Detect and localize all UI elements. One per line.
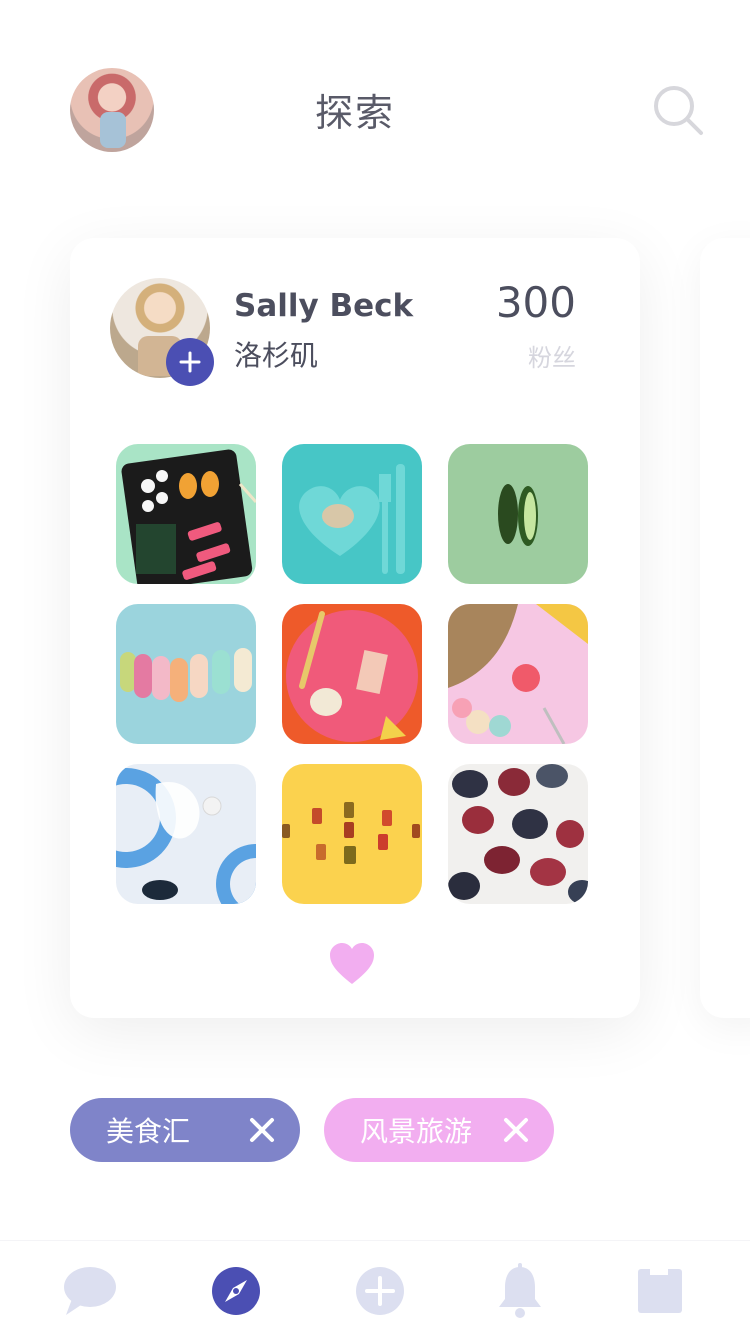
tab-chat[interactable] [60, 1263, 120, 1319]
tab-explore[interactable] [206, 1263, 266, 1319]
user-name: Sally Beck [234, 288, 414, 324]
search-icon[interactable] [652, 84, 706, 138]
photo-pink-table-snacks[interactable] [448, 604, 588, 744]
tab-saved[interactable] [630, 1263, 690, 1319]
add-icon [356, 1267, 404, 1315]
photo-blue-plates-white[interactable] [116, 764, 256, 904]
tag-travel[interactable]: 风景旅游 [324, 1098, 554, 1162]
tab-add[interactable] [350, 1263, 410, 1319]
tag-food[interactable]: 美食汇 [70, 1098, 300, 1162]
plus-icon [179, 351, 201, 373]
avatar-figure [100, 112, 126, 148]
photo-jars-yellow[interactable] [282, 764, 422, 904]
close-icon[interactable] [502, 1116, 530, 1144]
next-profile-card[interactable] [700, 238, 750, 1018]
photo-heart-plate-teal[interactable] [282, 444, 422, 584]
photo-macarons-blue[interactable] [116, 604, 256, 744]
bell-icon [499, 1263, 541, 1318]
page-title: 探索 [314, 91, 395, 135]
chat-icon [64, 1267, 116, 1315]
tag-label: 风景旅游 [360, 1115, 473, 1148]
compass-icon [212, 1267, 260, 1315]
bookmark-icon [638, 1269, 682, 1313]
close-icon[interactable] [248, 1116, 276, 1144]
photo-cucumber-green[interactable] [448, 444, 588, 584]
heart-icon[interactable] [328, 942, 376, 986]
photo-pink-plate-orange[interactable] [282, 604, 422, 744]
photo-sushi-bento[interactable] [116, 444, 256, 584]
tab-notifications[interactable] [490, 1263, 550, 1319]
tag-label: 美食汇 [106, 1115, 191, 1148]
tab-bar [0, 1240, 750, 1335]
header-avatar[interactable] [70, 68, 154, 152]
follower-label: 粉丝 [528, 344, 576, 372]
photo-figs[interactable] [448, 764, 588, 904]
user-location: 洛杉矶 [234, 339, 319, 372]
follow-button[interactable] [166, 338, 214, 386]
follower-count: 300 [495, 278, 576, 327]
profile-card: Sally Beck 洛杉矶 300 粉丝 [70, 238, 640, 1018]
photo-grid [116, 444, 590, 904]
